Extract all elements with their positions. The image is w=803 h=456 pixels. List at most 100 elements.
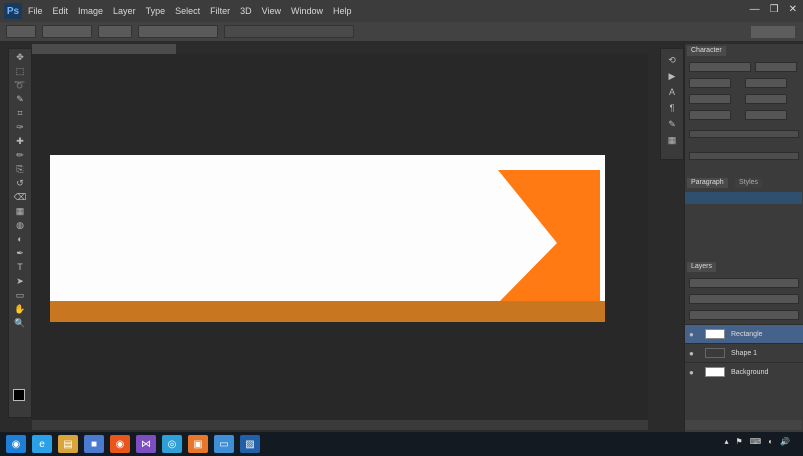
marquee-icon[interactable]: ⬚ [13,66,27,77]
tab-styles[interactable]: Styles [735,178,763,188]
path-select-icon[interactable]: ➤ [13,276,27,287]
close-button[interactable]: ✕ [789,4,797,15]
blur-icon[interactable]: ◍ [13,220,27,231]
menu-window[interactable]: Window [291,6,323,16]
layer-name: Background [731,368,769,376]
menu-3d[interactable]: 3D [240,6,252,16]
menu-type[interactable]: Type [146,6,166,16]
blend-mode-row[interactable] [689,294,799,304]
menu-edit[interactable]: Edit [53,6,69,16]
lasso-icon[interactable]: ➰ [13,80,27,91]
layer-thumbnail [705,367,725,377]
layer-row-shape[interactable]: ● Shape 1 [685,343,803,362]
gradient-icon[interactable]: ▦ [13,206,27,217]
kerning-field[interactable] [689,94,731,104]
photoshop-logo-icon: Ps [4,3,22,19]
font-size-field[interactable] [689,78,731,88]
tray-overflow-icon[interactable]: ▴ [724,437,728,446]
eye-icon[interactable]: ● [689,368,699,377]
type-style-buttons[interactable] [689,130,799,138]
tab-paragraph[interactable]: Paragraph [687,178,728,188]
minimize-button[interactable]: — [750,4,760,15]
restore-button[interactable]: ❐ [770,4,779,15]
layer-filter-row[interactable] [689,278,799,288]
stamp-icon[interactable]: ⎘ [13,164,27,175]
shape-icon[interactable]: ▭ [13,290,27,301]
document-tab[interactable] [32,44,176,54]
menu-bar: Ps File Edit Image Layer Type Select Fil… [0,0,803,22]
vs-icon[interactable]: ⋈ [136,435,156,453]
workspace-switcher[interactable] [751,26,795,38]
brush-panel-icon[interactable]: ✎ [666,119,678,129]
option-field-3[interactable] [138,25,218,38]
menu-filter[interactable]: Filter [210,6,230,16]
option-field-2[interactable] [98,25,132,38]
banner-artwork [50,155,605,322]
menu-view[interactable]: View [262,6,281,16]
zoom-icon[interactable]: 🔍 [13,318,27,329]
selected-style-row[interactable] [685,192,802,204]
layer-name: Rectangle [731,330,763,338]
tab-character[interactable]: Character [687,46,726,56]
font-style-select[interactable] [755,62,797,72]
menu-image[interactable]: Image [78,6,103,16]
move-icon[interactable]: ✥ [13,52,27,63]
heal-icon[interactable]: ✚ [13,136,27,147]
paragraph-icon[interactable]: ¶ [666,103,678,113]
eraser-icon[interactable]: ⌫ [13,192,27,203]
status-bar [32,420,648,430]
action-center-icon[interactable]: ⚑ [735,437,742,446]
character-icon[interactable]: A [666,87,678,97]
brush-icon[interactable]: ✏ [13,150,27,161]
explorer-icon[interactable]: ▤ [58,435,78,453]
network-icon[interactable]: ◐ [768,437,773,446]
layer-row-background[interactable]: ● Background [685,362,803,381]
option-field-4[interactable] [224,25,354,38]
layer-thumbnail [705,329,725,339]
layer-thumbnail [705,348,725,358]
eye-icon[interactable]: ● [689,349,699,358]
photos-icon[interactable]: ▭ [214,435,234,453]
media-icon[interactable]: ■ [84,435,104,453]
layer-row-rectangle[interactable]: ● Rectangle [685,324,803,343]
eyedropper-icon[interactable]: ✑ [13,122,27,133]
ie-icon[interactable]: e [32,435,52,453]
office-icon[interactable]: ▣ [188,435,208,453]
keyboard-icon[interactable]: ⌨ [750,437,762,446]
swatches-icon[interactable]: ▦ [666,135,678,145]
pen-icon[interactable]: ✒ [13,248,27,259]
crop-icon[interactable]: ⌗ [13,108,27,119]
start-button[interactable]: ◉ [6,435,26,453]
lock-row[interactable] [689,310,799,320]
history-icon[interactable]: ⟲ [666,55,678,65]
menu-layer[interactable]: Layer [113,6,136,16]
font-family-select[interactable] [689,62,751,72]
chrome-icon[interactable]: ◎ [162,435,182,453]
opentype-buttons[interactable] [689,152,799,160]
tool-preset-picker[interactable] [6,25,36,38]
horizontal-scale-field[interactable] [745,110,787,120]
tab-layers[interactable]: Layers [687,262,717,272]
volume-icon[interactable]: 🔊 [780,437,790,446]
hand-icon[interactable]: ✋ [13,304,27,315]
type-icon[interactable]: T [13,262,27,273]
quick-select-icon[interactable]: ✎ [13,94,27,105]
menu-file[interactable]: File [28,6,43,16]
menu-select[interactable]: Select [175,6,200,16]
canvas[interactable] [50,155,605,322]
foreground-color-swatch[interactable] [13,389,25,401]
menu-help[interactable]: Help [333,6,352,16]
option-field-1[interactable] [42,25,92,38]
firefox-icon[interactable]: ◉ [110,435,130,453]
window-controls: — ❐ ✕ [750,4,797,15]
history-brush-icon[interactable]: ↺ [13,178,27,189]
eye-icon[interactable]: ● [689,330,699,339]
photoshop-icon[interactable]: ▨ [240,435,260,453]
leading-field[interactable] [745,78,787,88]
actions-icon[interactable]: ▶ [666,71,678,81]
tracking-field[interactable] [745,94,787,104]
dodge-icon[interactable]: ◐ [13,234,27,245]
bottom-orange-band [50,301,605,322]
layers-bottom-toolbar[interactable] [685,420,802,430]
vertical-scale-field[interactable] [689,110,731,120]
